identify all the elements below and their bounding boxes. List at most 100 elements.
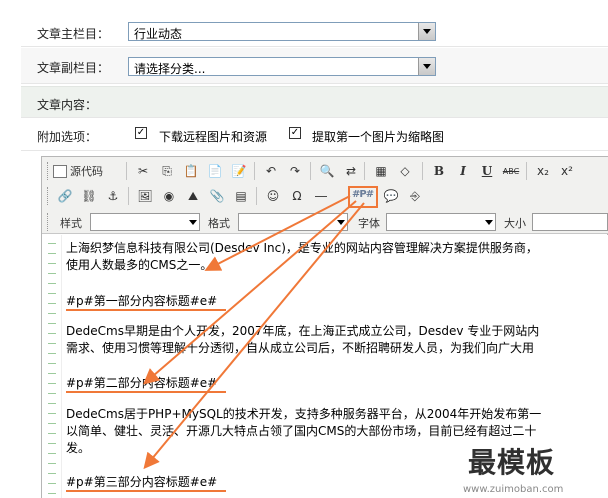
select-all-icon[interactable]: ▦	[372, 162, 390, 180]
comment-icon[interactable]: 💬	[382, 187, 400, 205]
code-icon[interactable]: ⎆	[406, 187, 424, 205]
paste-icon[interactable]: 📋	[182, 162, 200, 180]
separator	[364, 162, 365, 180]
paragraph-3-line-2: 以简单、健壮、灵活、开源几大特点占领了国内CMS的大部份市场，目前已经有超过二十	[66, 424, 537, 438]
source-label: 源代码	[70, 165, 103, 178]
paragraph-3-line-3: 发。	[66, 441, 91, 455]
ruler-tick	[48, 323, 56, 324]
content-label: 文章内容：	[37, 98, 98, 112]
size-label: 大小	[504, 217, 526, 230]
smiley-icon[interactable]: ☺	[264, 187, 282, 205]
marker-2-underline	[66, 391, 226, 393]
chevron-down-icon[interactable]	[418, 58, 435, 75]
special-char-icon[interactable]: Ω	[288, 187, 306, 205]
sub-column-select[interactable]: 请选择分类...	[128, 57, 436, 76]
separator	[526, 162, 527, 180]
main-column-label: 文章主栏目：	[37, 27, 110, 41]
sub-column-value: 请选择分类...	[134, 62, 206, 76]
ruler-tick	[48, 403, 56, 404]
redo-icon[interactable]: ↷	[286, 162, 304, 180]
page-break-marker-3: #p#第三部分内容标题#e#	[66, 475, 218, 489]
paragraph-2-line-2: 需求、使用习惯等理解十分透彻，自从成立公司后，不断招聘研发人员，为我们向广大用	[66, 341, 535, 355]
ruler-tick	[48, 313, 56, 314]
source-icon	[53, 164, 67, 178]
ruler-tick	[48, 263, 56, 264]
ruler-tick	[48, 273, 56, 274]
image-icon[interactable]: 🖼	[136, 187, 154, 205]
ruler-tick	[48, 343, 56, 344]
chevron-down-icon	[485, 220, 493, 225]
remove-format-icon[interactable]: ◇	[396, 162, 414, 180]
font-select[interactable]	[386, 213, 496, 231]
extra-options-label: 附加选项：	[37, 130, 98, 144]
content-row: 文章内容：	[21, 86, 608, 118]
font-label: 字体	[358, 217, 380, 230]
ruler-tick	[48, 423, 56, 424]
chevron-down-icon	[189, 220, 197, 225]
chevron-down-icon	[337, 220, 345, 225]
toolbar-grip	[47, 162, 50, 180]
watermark-url: www.zuimoban.com	[463, 484, 564, 495]
replace-icon[interactable]: ⇄	[342, 162, 360, 180]
cut-icon[interactable]: ✂	[134, 162, 152, 180]
main-column-select[interactable]: 行业动态	[128, 22, 436, 41]
ruler-tick	[48, 473, 56, 474]
separator	[254, 162, 255, 180]
first-image-thumb-checkbox[interactable]: ✓	[289, 127, 301, 139]
subscript-icon[interactable]: x₂	[534, 162, 552, 180]
style-label: 样式	[60, 217, 82, 230]
ruler-tick	[48, 363, 56, 364]
superscript-icon[interactable]: x²	[558, 162, 576, 180]
paste-word-icon[interactable]: 📝	[230, 162, 248, 180]
toolbar-grip	[47, 213, 50, 231]
ruler-tick	[48, 463, 56, 464]
editor-toolbar: 源代码 ✂ ⎘ 📋 📄 📝 ↶ ↷ 🔍 ⇄ ▦ ◇ B I U ABC x₂ x…	[42, 157, 608, 234]
separator	[256, 187, 257, 205]
toolbar-grip	[47, 187, 50, 205]
separator	[126, 162, 127, 180]
ruler-tick	[48, 373, 56, 374]
ruler-tick	[48, 303, 56, 304]
marker-1-underline	[66, 309, 226, 311]
page-break-marker-1: #p#第一部分内容标题#e#	[66, 294, 218, 308]
format-select[interactable]	[238, 213, 348, 231]
link-icon[interactable]: 🔗	[56, 187, 74, 205]
sub-column-label: 文章副栏目：	[37, 61, 110, 75]
separator	[310, 162, 311, 180]
table-icon[interactable]: ▤	[232, 187, 250, 205]
ruler-tick	[48, 443, 56, 444]
ruler-tick	[48, 243, 56, 244]
find-icon[interactable]: 🔍	[318, 162, 336, 180]
media-icon[interactable]: ⛰	[184, 187, 202, 205]
copy-icon[interactable]: ⎘	[158, 162, 176, 180]
watermark-logo: 最模板	[468, 446, 556, 479]
page-break-button[interactable]: #P#	[352, 189, 374, 200]
size-select[interactable]	[532, 213, 608, 231]
paragraph-1-line-2: 使用人数最多的CMS之一。	[66, 258, 213, 272]
strike-button[interactable]: ABC	[502, 162, 520, 180]
editor-ruler	[42, 235, 62, 498]
toolbar-row-3: 样式 格式 字体 大小	[42, 210, 608, 234]
sub-column-row: 文章副栏目： 请选择分类...	[21, 48, 608, 84]
first-image-thumb-label: 提取第一个图片为缩略图	[312, 130, 445, 144]
ruler-tick	[48, 283, 56, 284]
attachment-icon[interactable]: 📎	[208, 187, 226, 205]
bold-button[interactable]: B	[430, 162, 448, 180]
ruler-tick	[48, 413, 56, 414]
underline-button[interactable]: U	[478, 162, 496, 180]
horizontal-rule-icon[interactable]: ―	[312, 187, 330, 205]
source-button[interactable]: 源代码	[53, 162, 103, 180]
italic-button[interactable]: I	[454, 162, 472, 180]
page-break-marker-2: #p#第二部分内容标题#e#	[66, 376, 218, 390]
undo-icon[interactable]: ↶	[262, 162, 280, 180]
flash-icon[interactable]: ◉	[160, 187, 178, 205]
download-remote-checkbox[interactable]: ✓	[135, 127, 147, 139]
main-column-value: 行业动态	[134, 27, 183, 41]
paste-text-icon[interactable]: 📄	[206, 162, 224, 180]
style-select[interactable]	[90, 213, 200, 231]
anchor-icon[interactable]: ⚓	[104, 187, 122, 205]
separator	[128, 187, 129, 205]
chevron-down-icon[interactable]	[418, 23, 435, 40]
unlink-icon[interactable]: ⛓	[80, 187, 98, 205]
toolbar-row-1: 源代码 ✂ ⎘ 📋 📄 📝 ↶ ↷ 🔍 ⇄ ▦ ◇ B I U ABC x₂ x…	[42, 159, 608, 183]
